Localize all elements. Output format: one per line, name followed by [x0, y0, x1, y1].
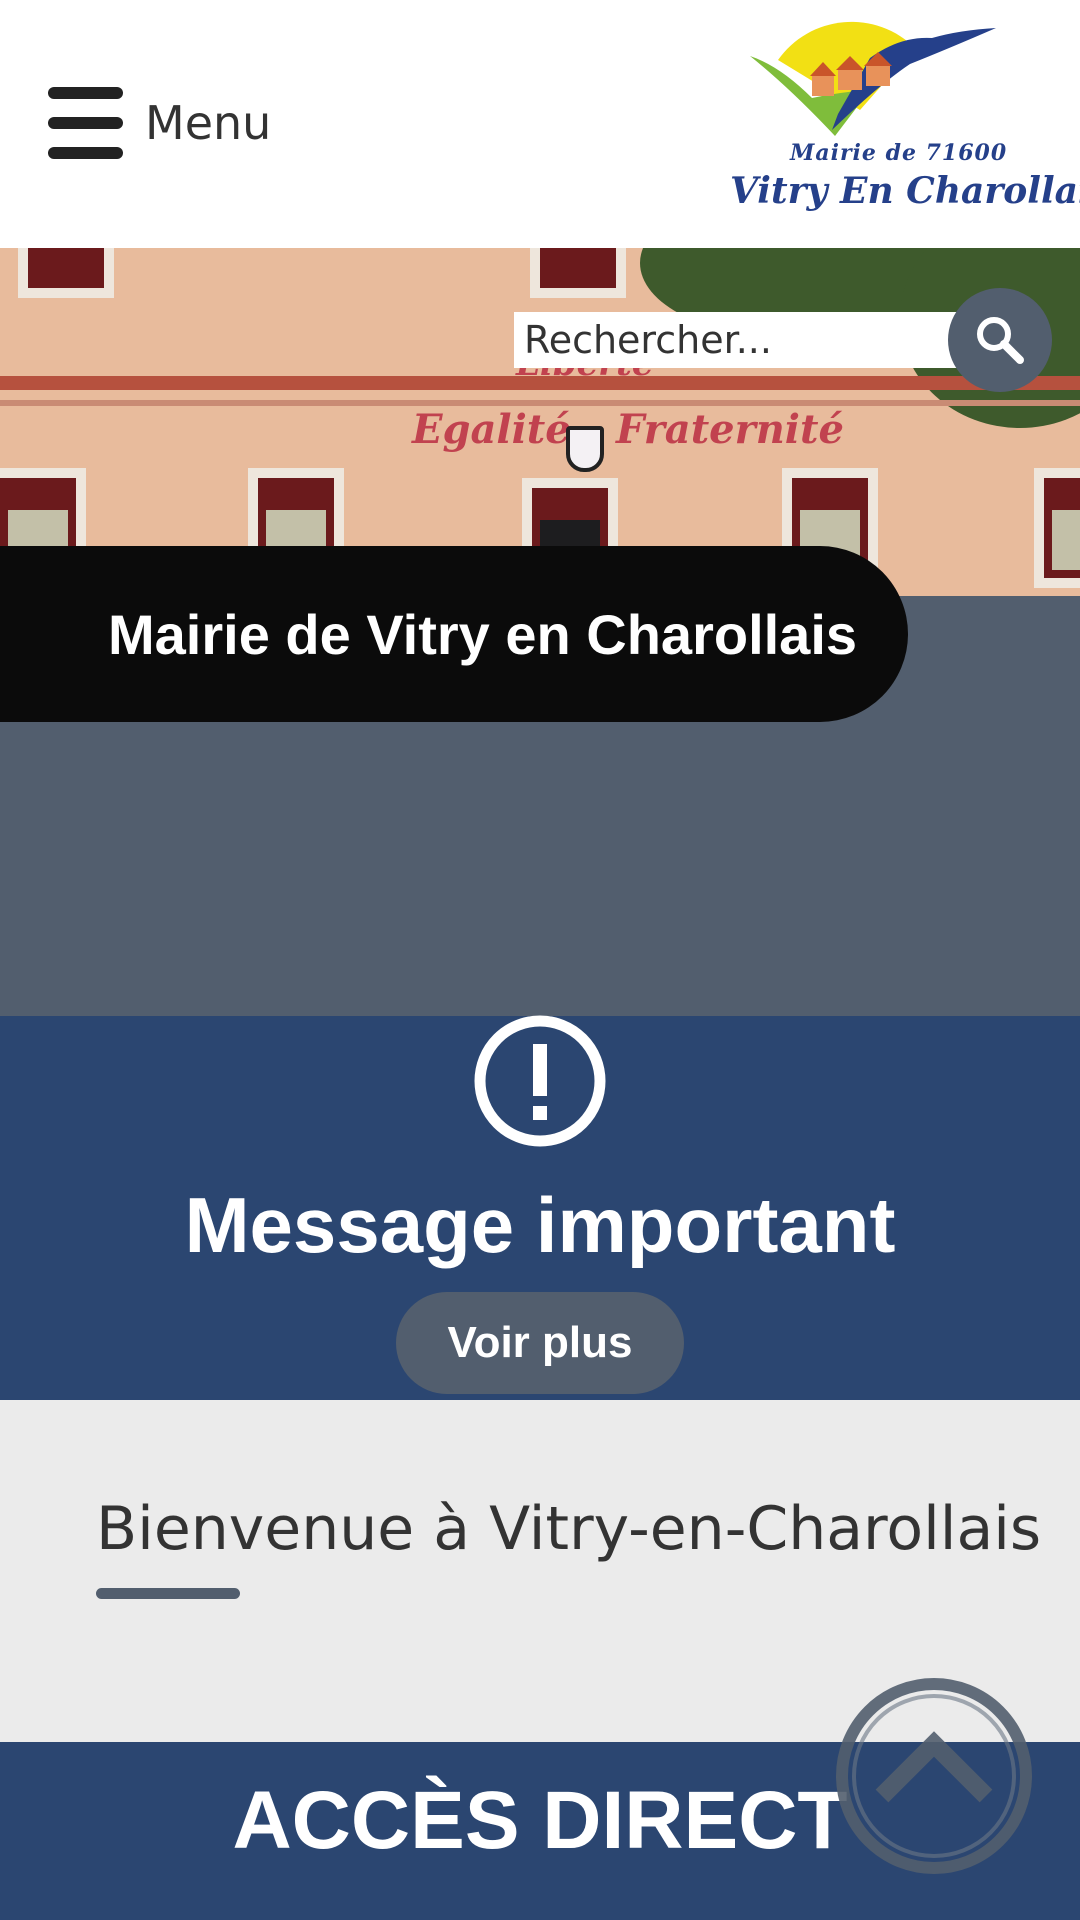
- building-window: [1034, 468, 1080, 588]
- exclamation-circle-icon: [474, 1015, 606, 1147]
- search-icon: [977, 317, 1024, 364]
- town-hall-photo: Liberté Egalité Fraternité: [0, 248, 1080, 596]
- logo-emblem-icon: [750, 21, 996, 136]
- logo-subtitle: Mairie de 71600: [790, 140, 1008, 166]
- site-header: Menu Mairie de 71600 Vitry En Charollais: [0, 0, 1080, 248]
- hero-title: Mairie de Vitry en Charollais: [108, 602, 858, 666]
- chevron-up-icon: [836, 1678, 1032, 1874]
- site-logo[interactable]: Mairie de 71600 Vitry En Charollais: [720, 18, 1080, 228]
- motto-egalite: Egalité: [412, 406, 571, 453]
- menu-label: Menu: [145, 96, 272, 150]
- building-window: [18, 248, 114, 298]
- building-window: [530, 248, 626, 298]
- search-input[interactable]: [514, 312, 958, 368]
- menu-button[interactable]: Menu: [48, 86, 271, 160]
- scroll-to-top-button[interactable]: [834, 1676, 1034, 1876]
- motto-fraternite: Fraternité: [616, 406, 844, 453]
- logo-title: Vitry En Charollais: [730, 170, 1080, 212]
- message-title: Message important: [184, 1181, 896, 1269]
- search-button[interactable]: [948, 288, 1052, 392]
- voir-plus-button[interactable]: Voir plus: [396, 1292, 684, 1394]
- crest-icon: [566, 426, 604, 472]
- heading-underline: [96, 1588, 240, 1599]
- hero-title-banner: Mairie de Vitry en Charollais: [0, 546, 908, 722]
- hamburger-icon: [48, 87, 123, 159]
- welcome-heading: Bienvenue à Vitry-en-Charollais: [96, 1494, 1042, 1564]
